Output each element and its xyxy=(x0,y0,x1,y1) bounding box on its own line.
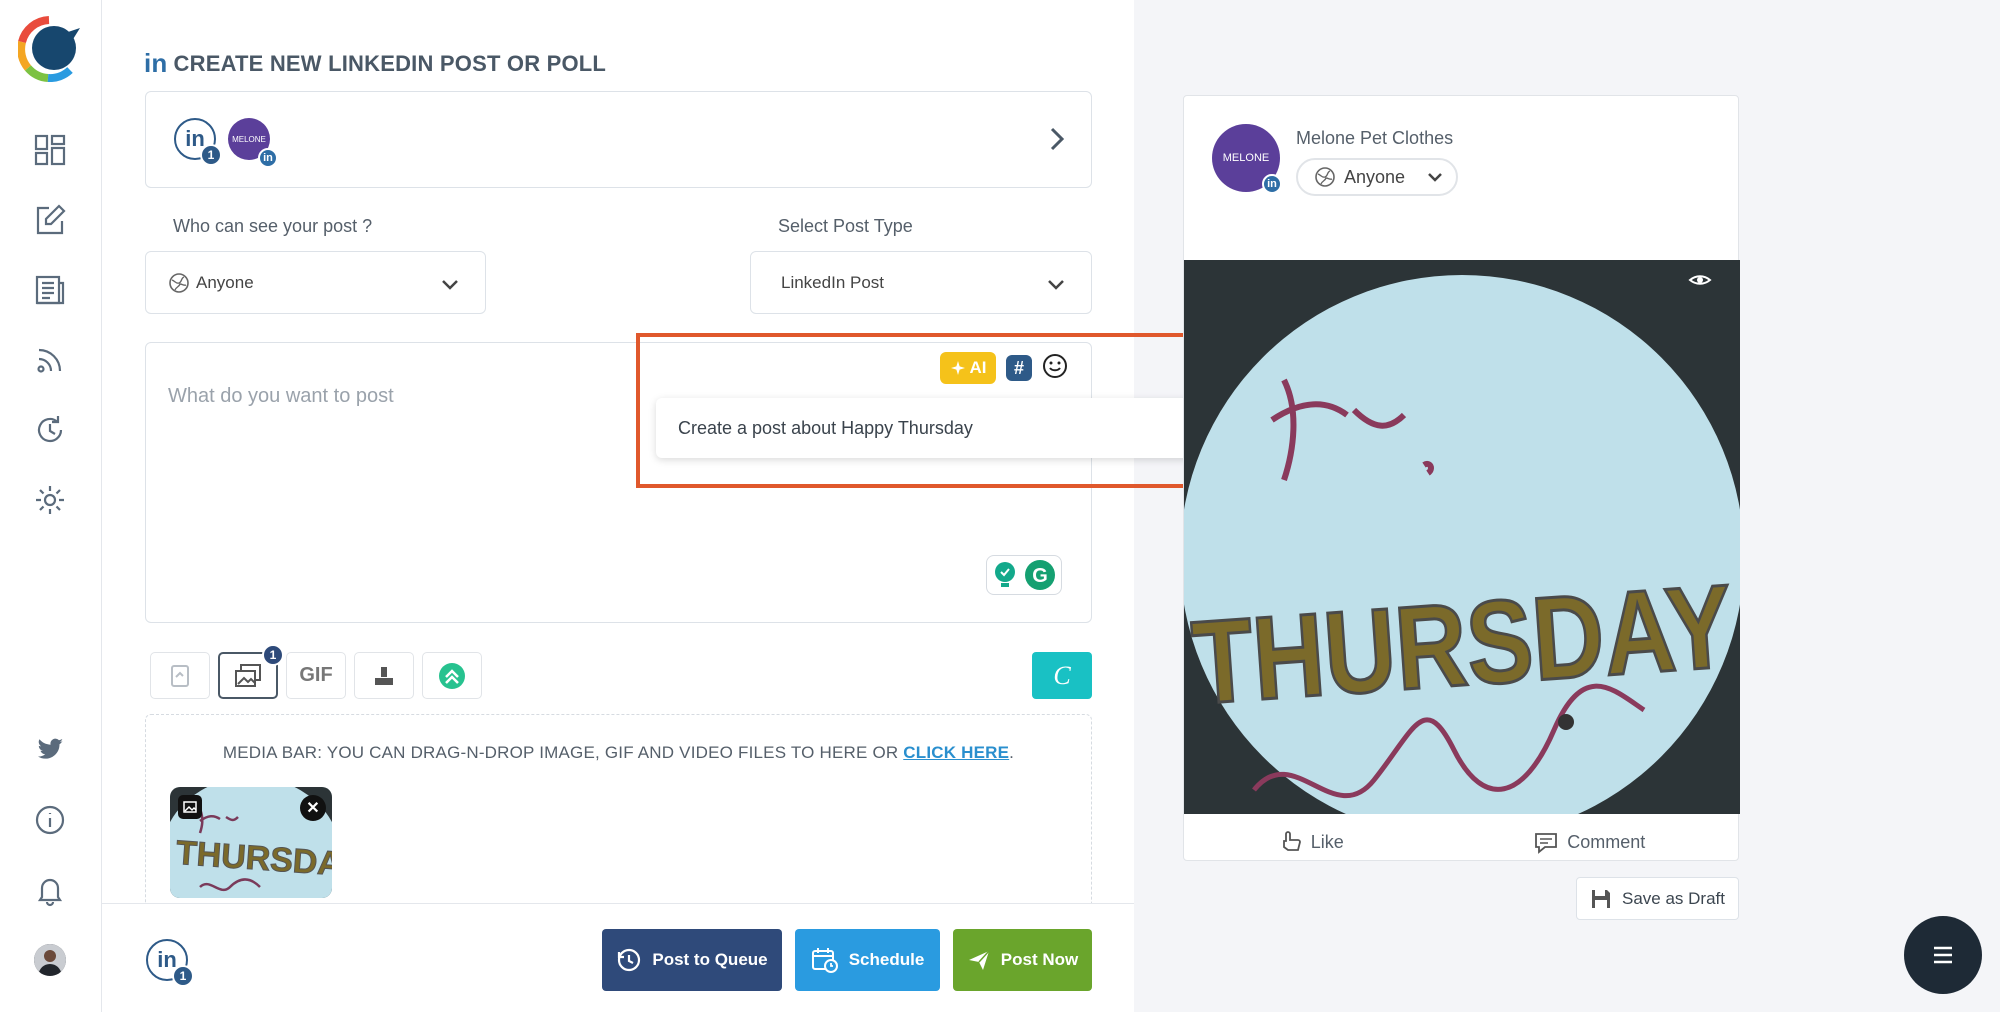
media-thumbnail[interactable]: THURSDAY ✕ xyxy=(170,787,332,898)
post-type-value: LinkedIn Post xyxy=(781,272,885,292)
gif-button[interactable]: GIF xyxy=(286,652,346,699)
preview-page-name: Melone Pet Clothes xyxy=(1296,128,1454,148)
chevron-down-icon xyxy=(1428,173,1442,182)
compose-icon[interactable] xyxy=(30,200,70,240)
bell-icon[interactable] xyxy=(30,870,70,910)
ai-prompt-text: Create a post about Happy Thursday xyxy=(678,417,973,438)
comment-icon xyxy=(1535,833,1558,854)
linkedin-icon: in xyxy=(144,48,168,78)
preview-image: THURSDAY xyxy=(1184,260,1740,814)
edit-image-icon[interactable] xyxy=(178,795,202,819)
image-button[interactable]: 1 xyxy=(218,644,284,699)
selected-count-badge: 1 xyxy=(172,965,194,987)
document-icon xyxy=(171,664,189,687)
grammarly-widget[interactable]: G xyxy=(986,555,1062,595)
post-type-select[interactable]: LinkedIn Post xyxy=(750,251,1092,314)
remove-media-button[interactable]: ✕ xyxy=(300,795,326,821)
post-textarea[interactable]: What do you want to post xyxy=(168,385,394,408)
images-icon xyxy=(235,663,261,687)
page-avatar[interactable]: MELONE in xyxy=(228,118,278,168)
queue-icon xyxy=(618,948,641,972)
image-count-badge: 1 xyxy=(262,644,284,666)
media-bar[interactable]: MEDIA BAR: YOU CAN DRAG-N-DROP IMAGE, GI… xyxy=(145,714,1092,914)
post-to-queue-button[interactable]: Post to Queue xyxy=(602,929,782,991)
visibility-label: Who can see your post ? xyxy=(173,216,373,236)
calendar-clock-icon xyxy=(811,948,838,973)
upload-button[interactable] xyxy=(354,652,414,699)
settings-icon[interactable] xyxy=(30,480,70,520)
selected-accounts-icon[interactable]: in 1 xyxy=(146,939,194,987)
preview-avatar: MELONE in xyxy=(1212,124,1282,194)
send-icon xyxy=(968,950,990,970)
post-preview-card: MELONE in Melone Pet Clothes Anyone THUR… xyxy=(1183,95,1740,861)
chevrons-up-icon xyxy=(439,662,465,689)
globe-icon xyxy=(1315,167,1335,187)
grammarly-icon[interactable]: G xyxy=(1024,559,1056,591)
recycle-icon[interactable] xyxy=(30,410,70,450)
happy-thursday-image: THURSDAY xyxy=(1184,260,1740,814)
attachment-button[interactable] xyxy=(150,652,210,699)
account-selector[interactable]: in 1 MELONE in xyxy=(145,91,1092,188)
click-here-link[interactable]: CLICK HERE xyxy=(903,743,1009,762)
sparkle-icon xyxy=(950,361,965,375)
media-toolbar: 1 GIF xyxy=(150,644,482,699)
linkedin-badge-icon: in xyxy=(1262,174,1282,194)
posts-icon[interactable] xyxy=(30,270,70,310)
chevron-down-icon xyxy=(441,276,459,296)
hashtag-button[interactable]: # xyxy=(1006,355,1032,381)
chevron-right-icon[interactable] xyxy=(1049,126,1065,157)
preview-visibility[interactable]: Anyone xyxy=(1296,158,1458,196)
twitter-icon[interactable] xyxy=(30,730,70,770)
schedule-button[interactable]: Schedule xyxy=(795,929,940,991)
upload-icon xyxy=(375,666,393,685)
user-avatar[interactable] xyxy=(34,944,66,976)
editor-toolbar: AI # xyxy=(940,352,1068,384)
page-title-text: CREATE NEW LINKEDIN POST OR POLL xyxy=(173,50,607,76)
bulb-icon[interactable] xyxy=(992,560,1018,590)
menu-button[interactable] xyxy=(1904,916,1982,994)
extension-button[interactable] xyxy=(422,652,482,699)
comment-action[interactable]: Comment xyxy=(1533,830,1645,854)
post-now-button[interactable]: Post Now xyxy=(953,929,1092,991)
save-as-draft-button[interactable]: Save as Draft xyxy=(1576,877,1739,920)
svg-text:G: G xyxy=(1032,565,1048,587)
page-title: in CREATE NEW LINKEDIN POST OR POLL xyxy=(144,48,606,79)
ai-button[interactable]: AI xyxy=(940,352,996,384)
linkedin-account-icon[interactable]: in 1 xyxy=(174,118,222,166)
linkedin-badge-icon: in xyxy=(258,148,278,168)
like-action[interactable]: Like xyxy=(1279,830,1344,854)
account-count-badge: 1 xyxy=(200,144,222,166)
chevron-down-icon xyxy=(1047,276,1065,296)
dashboard-icon[interactable] xyxy=(30,130,70,170)
app-logo[interactable] xyxy=(17,16,80,87)
thumbs-up-icon xyxy=(1282,831,1301,851)
sidebar xyxy=(0,0,102,1012)
visibility-value: Anyone xyxy=(196,272,254,292)
emoji-icon[interactable] xyxy=(1042,353,1068,384)
canva-button[interactable]: C xyxy=(1032,652,1092,699)
rss-icon[interactable] xyxy=(30,340,70,380)
visibility-select[interactable]: Anyone xyxy=(145,251,486,314)
info-icon[interactable] xyxy=(30,800,70,840)
media-bar-text: MEDIA BAR: YOU CAN DRAG-N-DROP IMAGE, GI… xyxy=(222,743,1015,762)
preview-actions: Like Comment xyxy=(1184,830,1740,854)
post-type-label: Select Post Type xyxy=(778,216,913,236)
save-icon xyxy=(1592,889,1610,908)
hamburger-icon xyxy=(1934,946,1952,964)
globe-icon xyxy=(169,272,189,293)
